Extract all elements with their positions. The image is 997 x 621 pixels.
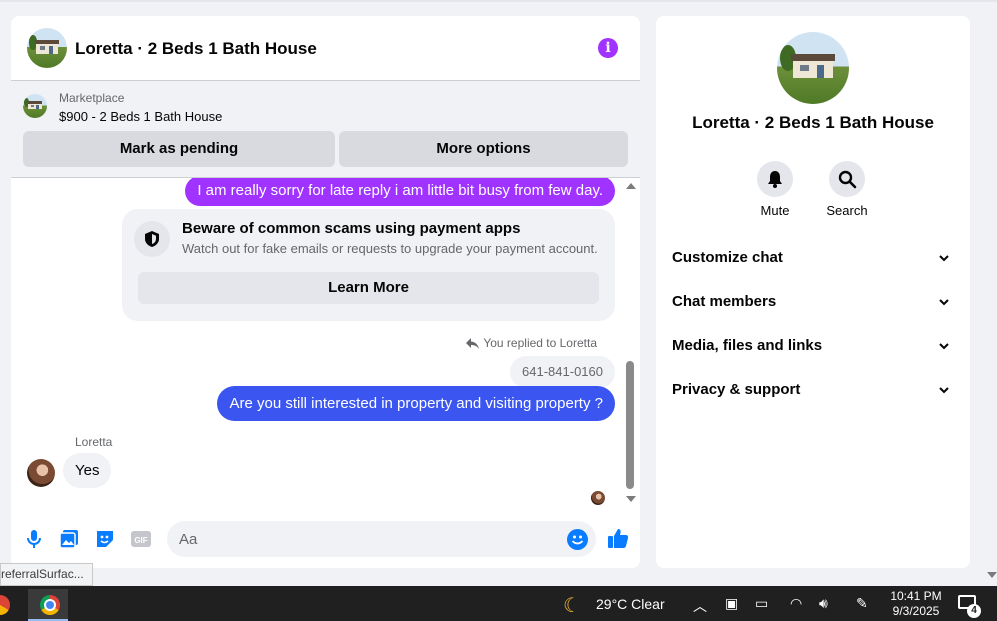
listing-avatar[interactable] <box>27 28 67 68</box>
message-composer: GIF <box>11 518 640 562</box>
page-scroll-down-arrow-icon[interactable] <box>987 572 997 578</box>
message-list: I am really sorry for late reply i am li… <box>11 178 640 514</box>
notification-count-badge: 4 <box>967 604 981 618</box>
quoted-message[interactable]: 641-841-0160 <box>510 356 615 388</box>
microphone-icon[interactable] <box>23 528 45 550</box>
weather-text[interactable]: 29°C Clear <box>596 596 665 612</box>
svg-text:GIF: GIF <box>134 536 147 545</box>
scroll-up-arrow-icon[interactable] <box>626 183 636 189</box>
chevron-down-icon <box>939 255 949 262</box>
windows-taskbar: ☾ 29°C Clear ︿ ▣ ▭ ◠ 🔊︎ ✎ 10:41 PM 9/3/2… <box>0 586 997 621</box>
chat-title[interactable]: Loretta · 2 Beds 1 Bath House <box>75 39 317 59</box>
marketplace-bar: Marketplace $900 - 2 Beds 1 Bath House M… <box>11 81 640 178</box>
sender-avatar[interactable] <box>27 459 55 487</box>
chrome-taskbar-button[interactable] <box>28 589 68 621</box>
section-media-files-links[interactable]: Media, files and links <box>656 326 970 366</box>
system-clock[interactable]: 10:41 PM 9/3/2025 <box>880 589 952 619</box>
scam-warning-title: Beware of common scams using payment app… <box>182 220 521 237</box>
chevron-up-icon[interactable]: ︿ <box>693 596 707 616</box>
chat-header: Loretta · 2 Beds 1 Bath House i <box>11 16 640 81</box>
conversation-title: Loretta · 2 Beds 1 Bath House <box>692 113 934 132</box>
moon-weather-icon[interactable]: ☾ <box>563 593 581 618</box>
pen-icon[interactable]: ✎ <box>856 596 868 612</box>
scam-warning-text: Watch out for fake emails or requests to… <box>182 241 598 256</box>
marketplace-label: Marketplace <box>59 91 125 105</box>
chrome-icon <box>40 595 60 615</box>
link-status-tooltip: referralSurfac... <box>0 563 93 586</box>
learn-more-button[interactable]: Learn More <box>138 272 599 304</box>
seen-indicator-avatar <box>591 491 605 505</box>
sticker-icon[interactable] <box>94 528 116 550</box>
camera-icon[interactable]: ▣ <box>725 596 738 612</box>
received-message[interactable]: Yes <box>63 453 112 488</box>
thumbs-up-icon[interactable] <box>607 527 629 549</box>
search-in-conversation-button[interactable]: Search <box>817 161 877 218</box>
chevron-down-icon <box>939 343 949 350</box>
listing-price-title[interactable]: $900 - 2 Beds 1 Bath House <box>59 109 222 124</box>
mute-button[interactable]: Mute <box>745 161 805 218</box>
info-icon[interactable]: i <box>598 38 618 58</box>
bell-icon <box>768 171 782 188</box>
mute-label: Mute <box>760 203 790 218</box>
sent-message[interactable]: I am really sorry for late reply i am li… <box>185 178 615 206</box>
replied-note-text: You replied to Loretta <box>483 336 597 350</box>
replied-note: You replied to Loretta <box>466 336 597 350</box>
chrome-profile-icon[interactable] <box>0 595 10 615</box>
clock-time: 10:41 PM <box>890 589 942 603</box>
photo-gallery-icon[interactable] <box>58 528 80 550</box>
battery-icon[interactable]: ▭ <box>755 596 768 612</box>
search-icon <box>838 170 857 189</box>
chevron-down-icon <box>939 387 949 394</box>
sent-message[interactable]: Are you still interested in property and… <box>217 386 615 421</box>
scam-warning-card: Beware of common scams using payment app… <box>122 209 615 321</box>
shield-icon <box>134 221 170 257</box>
volume-icon[interactable]: 🔊︎ <box>819 596 828 612</box>
chevron-down-icon <box>939 299 949 306</box>
clock-date: 9/3/2025 <box>892 604 940 618</box>
scrollbar-thumb[interactable] <box>626 361 634 489</box>
emoji-icon[interactable] <box>567 529 588 550</box>
reply-icon <box>466 337 480 349</box>
marketplace-listing-thumbnail[interactable] <box>23 94 47 118</box>
chat-panel: Loretta · 2 Beds 1 Bath House i Marketpl… <box>11 16 640 568</box>
more-options-button[interactable]: More options <box>339 131 628 167</box>
gif-icon[interactable]: GIF <box>130 528 152 550</box>
sender-name: Loretta <box>75 435 113 449</box>
listing-profile-photo[interactable] <box>777 32 849 104</box>
section-chat-members[interactable]: Chat members <box>656 282 970 322</box>
message-input[interactable] <box>167 521 596 557</box>
scroll-down-arrow-icon[interactable] <box>626 496 636 502</box>
wifi-icon[interactable]: ◠ <box>790 596 802 612</box>
section-privacy-support[interactable]: Privacy & support <box>656 370 970 410</box>
section-customize-chat[interactable]: Customize chat <box>656 238 970 278</box>
search-label: Search <box>826 203 868 218</box>
message-scrollbar[interactable] <box>623 178 637 514</box>
browser-top-border <box>0 0 997 2</box>
mark-as-pending-button[interactable]: Mark as pending <box>23 131 335 167</box>
conversation-info-panel: Loretta · 2 Beds 1 Bath House Mute Searc… <box>656 16 970 568</box>
